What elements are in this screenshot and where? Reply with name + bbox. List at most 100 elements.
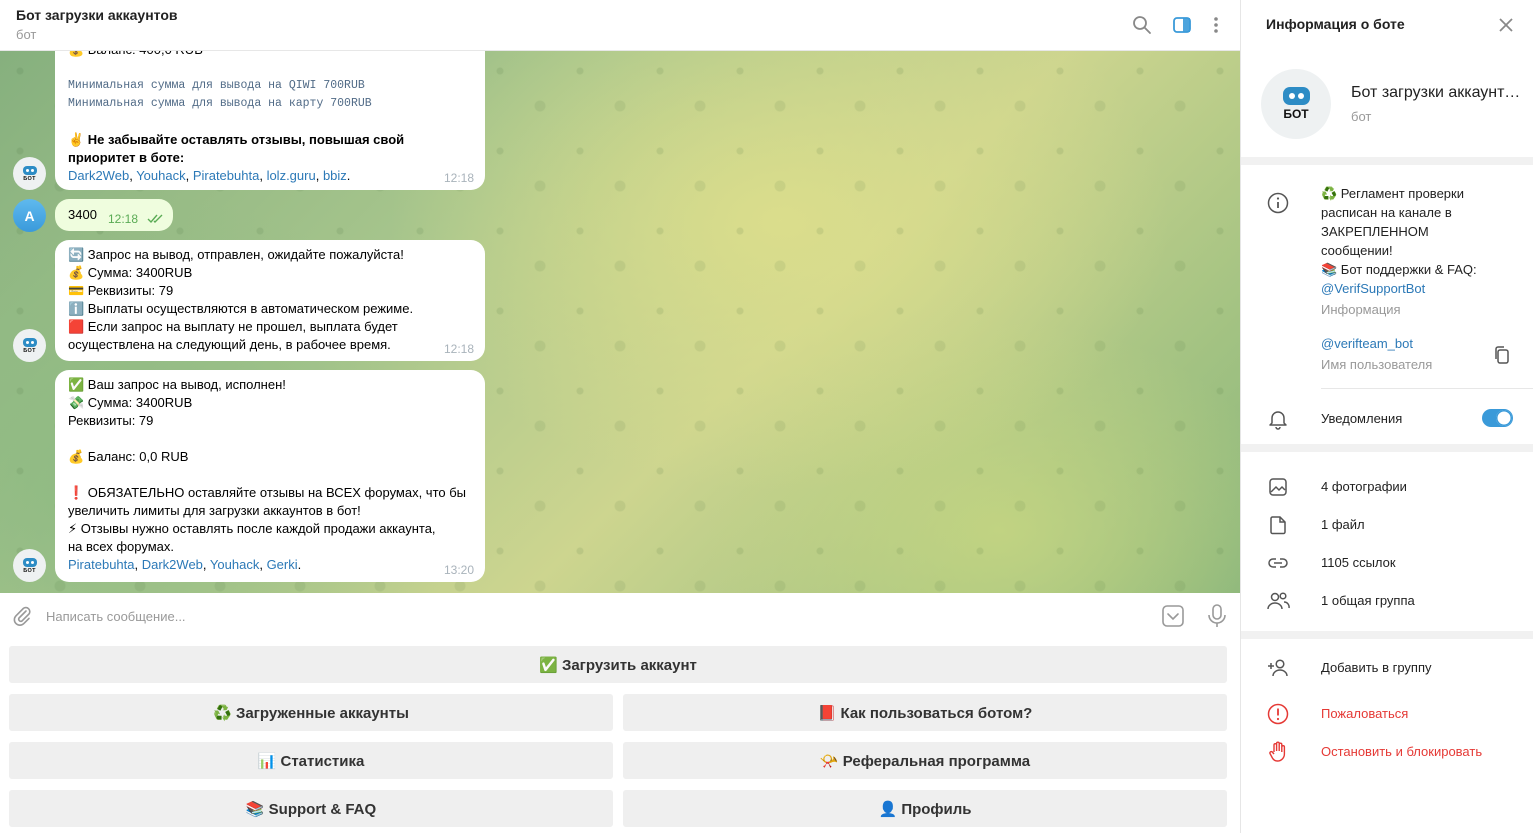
forum-link[interactable]: Piratebuhta (193, 168, 260, 183)
statistics-button[interactable]: 📊 Статистика (9, 742, 613, 779)
info-icon (1266, 191, 1290, 215)
message-line: 🔄 Запрос на вывод, отправлен, ожидайте п… (68, 247, 404, 262)
message-time: 12:18 (443, 171, 474, 185)
links-count[interactable]: 1105 ссылок (1321, 555, 1396, 570)
more-vertical-icon[interactable] (1203, 12, 1229, 38)
bot-name: Бот загрузки аккаунтов (1351, 84, 1521, 101)
search-icon[interactable] (1129, 12, 1155, 38)
message-line (68, 430, 472, 448)
robot-icon (22, 557, 37, 567)
avatar-text: БОТ (1283, 107, 1309, 121)
bot-avatar-large[interactable]: БОТ (1261, 69, 1331, 139)
section-divider (1241, 157, 1533, 165)
outgoing-text: 3400 (68, 207, 97, 222)
bot-keyboard-icon[interactable] (1161, 604, 1185, 631)
message-line (68, 113, 472, 131)
attach-icon[interactable] (11, 605, 33, 630)
chat-wallpaper[interactable]: 💰 Баланс: 400,0 RUB Минимальная сумма дл… (0, 51, 1240, 593)
message-line: 💸 Сумма: 3400RUB (68, 395, 193, 410)
message-line: 💰 Баланс: 400,0 RUB (68, 51, 472, 59)
groups-count[interactable]: 1 общая группа (1321, 593, 1415, 608)
message-line: 🟥 Если запрос на выплату не прошел, выпл… (68, 319, 398, 334)
message-bubble[interactable]: ✅ Ваш запрос на вывод, исполнен! 💸 Сумма… (55, 370, 485, 582)
bot-avatar[interactable]: БОТ (13, 157, 46, 190)
copy-icon[interactable] (1493, 345, 1511, 368)
bot-avatar[interactable]: БОТ (13, 549, 46, 582)
microphone-icon[interactable] (1205, 603, 1229, 632)
forum-link[interactable]: Gerki (267, 557, 298, 572)
upload-account-button[interactable]: ✅ Загрузить аккаунт (9, 646, 1227, 683)
description-line: ♻️ Регламент проверки (1321, 186, 1464, 201)
message-input[interactable] (46, 601, 1146, 631)
message-time: 12:18 (108, 212, 139, 226)
files-count[interactable]: 1 файл (1321, 517, 1365, 532)
message-line: ℹ️ Выплаты осуществляются в автоматическ… (68, 301, 414, 316)
user-avatar[interactable]: A (13, 199, 46, 232)
file-icon (1266, 513, 1290, 537)
message-line: 💰 Сумма: 3400RUB (68, 265, 193, 280)
notifications-toggle[interactable] (1482, 409, 1513, 427)
description-line: ЗАКРЕПЛЕННОМ (1321, 224, 1429, 239)
robot-icon (22, 337, 37, 347)
message-line: ⚡ Отзывы нужно оставлять после каждой пр… (68, 521, 436, 536)
username-link[interactable]: @verifteam_bot (1321, 336, 1413, 351)
hand-stop-icon (1266, 740, 1290, 764)
double-check-icon (147, 212, 165, 227)
bot-avatar[interactable]: БОТ (13, 329, 46, 362)
photos-count[interactable]: 4 фотографии (1321, 479, 1407, 494)
sidebar-toggle-icon[interactable] (1169, 12, 1195, 38)
report-button[interactable]: Пожаловаться (1321, 706, 1408, 721)
forum-link[interactable]: Youhack (136, 168, 185, 183)
description-line: сообщении! (1321, 243, 1393, 258)
support-bot-link[interactable]: @VerifSupportBot (1321, 279, 1521, 298)
report-icon (1266, 702, 1290, 726)
outgoing-message[interactable]: 3400 12:18 (55, 199, 173, 231)
bell-icon (1266, 407, 1290, 431)
bot-description: ♻️ Регламент проверки расписан на канале… (1321, 184, 1521, 319)
group-icon (1266, 589, 1290, 613)
referral-button[interactable]: 📯 Реферальная программа (623, 742, 1227, 779)
forum-link[interactable]: Piratebuhta (68, 557, 135, 572)
message-time: 12:18 (443, 342, 474, 356)
uploaded-accounts-button[interactable]: ♻️ Загруженные аккаунты (9, 694, 613, 731)
forum-link[interactable]: Dark2Web (68, 168, 129, 183)
chat-title[interactable]: Бот загрузки аккаунтов (16, 7, 178, 23)
profile-button[interactable]: 👤 Профиль (623, 790, 1227, 827)
message-bubble[interactable]: 🔄 Запрос на вывод, отправлен, ожидайте п… (55, 240, 485, 361)
block-button[interactable]: Остановить и блокировать (1321, 744, 1482, 759)
message-line: ✅ Ваш запрос на вывод, исполнен! (68, 377, 286, 392)
forum-link[interactable]: Dark2Web (142, 557, 203, 572)
message-line: приоритет в боте: (68, 150, 185, 165)
robot-icon (1282, 87, 1310, 105)
message-line: увеличить лимиты для загрузки аккаунтов … (68, 503, 361, 518)
avatar-text: БОТ (23, 347, 36, 354)
chat-header: Бот загрузки аккаунтов бот (0, 0, 1240, 51)
link-icon (1266, 551, 1290, 575)
message-line: на всех форумах. (68, 539, 174, 554)
message-line: 💰 Баланс: 0,0 RUB (68, 449, 189, 464)
section-divider (1241, 444, 1533, 452)
message-time: 13:20 (443, 563, 474, 577)
avatar-text: БОТ (23, 175, 36, 182)
message-line: ✌️ Не забывайте оставлять отзывы, повыша… (68, 132, 405, 147)
photo-icon (1266, 475, 1290, 499)
chat-area: Бот загрузки аккаунтов бот 💰 Баланс: 400… (0, 0, 1240, 833)
description-line: расписан на канале в (1321, 205, 1452, 220)
message-line: осуществлена на следующий день, в рабоче… (68, 337, 391, 352)
section-divider (1241, 631, 1533, 639)
close-icon[interactable] (1494, 13, 1518, 37)
notifications-label: Уведомления (1321, 411, 1403, 426)
add-to-group-button[interactable]: Добавить в группу (1321, 660, 1432, 675)
panel-title: Информация о боте (1266, 16, 1405, 32)
support-faq-button[interactable]: 📚 Support & FAQ (9, 790, 613, 827)
row-divider (1321, 388, 1533, 389)
message-bubble[interactable]: 💰 Баланс: 400,0 RUB Минимальная сумма дл… (55, 51, 485, 190)
forum-link[interactable]: lolz.guru (267, 168, 316, 183)
how-to-use-button[interactable]: 📕 Как пользоваться ботом? (623, 694, 1227, 731)
info-label: Информация (1321, 302, 1401, 317)
message-line: Реквизиты: 79 (68, 413, 154, 428)
forum-link[interactable]: Youhack (210, 557, 259, 572)
chat-status: бот (16, 27, 37, 42)
forum-link[interactable]: bbiz (323, 168, 347, 183)
message-links: Piratebuhta, Dark2Web, Youhack, Gerki. (68, 557, 302, 572)
